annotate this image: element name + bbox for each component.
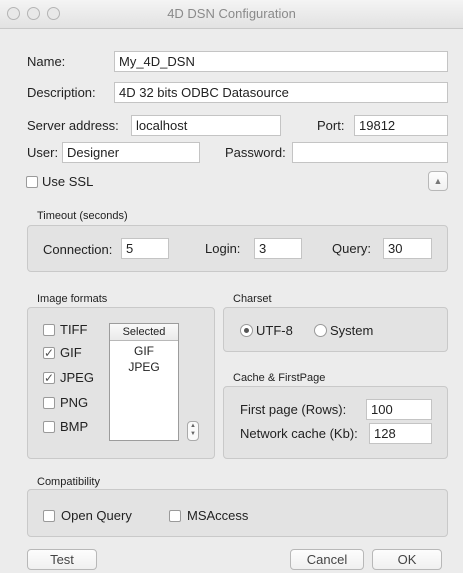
connection-timeout-field[interactable]: 5 (121, 238, 169, 259)
selected-list-header: Selected (110, 324, 178, 341)
checkmark-icon: ✓ (44, 346, 55, 360)
gif-checkbox[interactable]: ✓ (43, 347, 55, 359)
image-formats-group-title: Image formats (37, 293, 108, 305)
login-timeout-field[interactable]: 3 (254, 238, 302, 259)
checkmark-icon: ✓ (44, 371, 55, 385)
msaccess-label: MSAccess (187, 508, 249, 523)
query-label: Query: (332, 241, 372, 256)
first-page-label: First page (Rows): (240, 402, 347, 417)
cache-group-title: Cache & FirstPage (233, 372, 326, 384)
test-button[interactable]: Test (27, 549, 97, 570)
user-label: User: (27, 145, 59, 160)
ok-button[interactable]: OK (372, 549, 442, 570)
password-field[interactable] (292, 142, 448, 163)
compatibility-group-title: Compatibility (37, 476, 100, 488)
list-item[interactable]: JPEG (110, 359, 178, 375)
jpeg-label: JPEG (60, 370, 94, 385)
description-field[interactable]: 4D 32 bits ODBC Datasource (114, 82, 448, 103)
description-label: Description: (27, 85, 96, 100)
network-cache-label: Network cache (Kb): (240, 426, 358, 441)
radio-dot-icon (244, 328, 249, 333)
msaccess-checkbox[interactable] (169, 510, 181, 522)
use-ssl-label: Use SSL (42, 174, 94, 189)
login-label: Login: (205, 241, 241, 256)
network-cache-field[interactable]: 128 (369, 423, 432, 444)
utf8-radio[interactable] (240, 324, 253, 337)
use-ssl-checkbox[interactable] (26, 176, 38, 188)
gif-label: GIF (60, 345, 82, 360)
open-query-checkbox[interactable] (43, 510, 55, 522)
port-field[interactable]: 19812 (354, 115, 448, 136)
server-address-field[interactable]: localhost (131, 115, 281, 136)
query-timeout-field[interactable]: 30 (383, 238, 432, 259)
open-query-label: Open Query (61, 508, 132, 523)
tiff-checkbox[interactable] (43, 324, 55, 336)
collapse-button[interactable]: ▲ (428, 171, 448, 191)
window-title: 4D DSN Configuration (167, 6, 296, 21)
bmp-checkbox[interactable] (43, 421, 55, 433)
user-field[interactable]: Designer (62, 142, 200, 163)
stepper-icon[interactable]: ▲ ▼ (187, 421, 199, 441)
charset-group-title: Charset (233, 293, 272, 305)
name-label: Name: (27, 54, 66, 69)
selected-formats-list[interactable]: Selected GIF JPEG (109, 323, 179, 441)
png-label: PNG (60, 395, 89, 410)
triangle-up-icon: ▲ (433, 176, 443, 186)
cancel-button[interactable]: Cancel (290, 549, 364, 570)
system-label: System (330, 323, 374, 338)
png-checkbox[interactable] (43, 397, 55, 409)
tiff-label: TIFF (60, 322, 88, 337)
connection-label: Connection: (43, 242, 113, 257)
system-radio[interactable] (314, 324, 327, 337)
port-label: Port: (317, 118, 345, 133)
first-page-field[interactable]: 100 (366, 399, 432, 420)
jpeg-checkbox[interactable]: ✓ (43, 372, 55, 384)
timeout-group-title: Timeout (seconds) (37, 210, 128, 222)
utf8-label: UTF-8 (256, 323, 293, 338)
list-item[interactable]: GIF (110, 343, 178, 359)
bmp-label: BMP (60, 419, 89, 434)
server-address-label: Server address: (27, 118, 119, 133)
name-field[interactable]: My_4D_DSN (114, 51, 448, 72)
password-label: Password: (225, 145, 286, 160)
